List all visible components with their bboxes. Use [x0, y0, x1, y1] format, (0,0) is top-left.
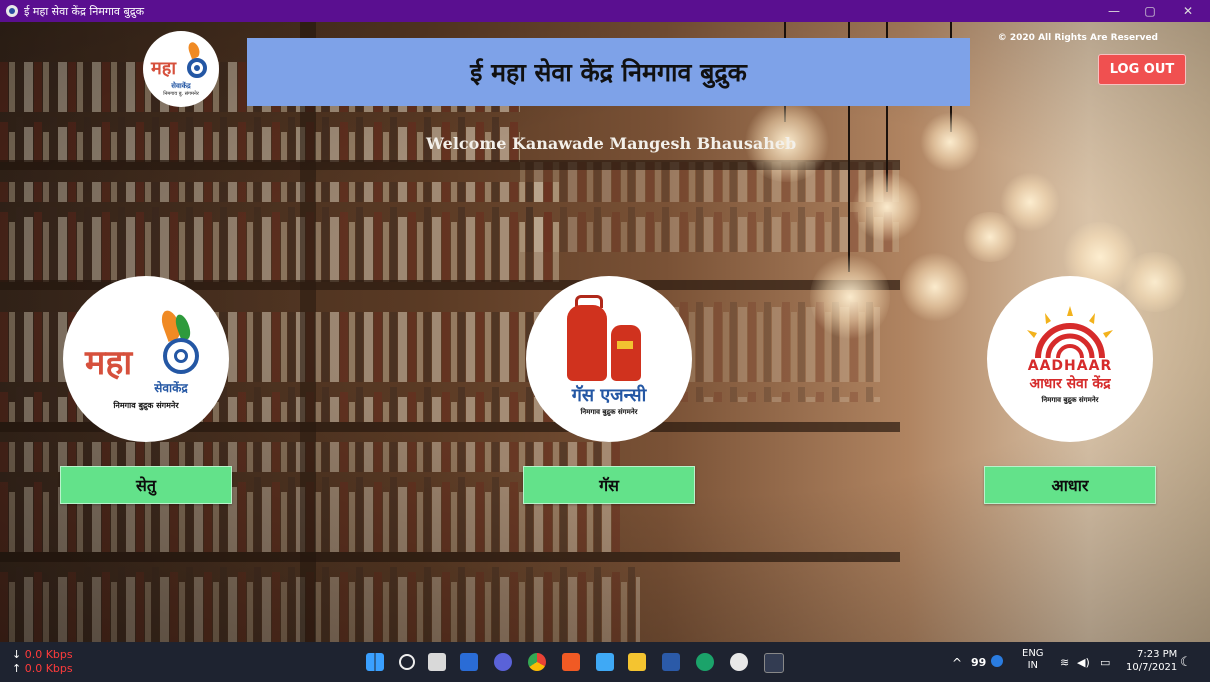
download-arrow-icon: ↓	[12, 648, 22, 661]
gas-button[interactable]: गॅस	[523, 466, 695, 504]
terminal-app-icon[interactable]	[764, 653, 784, 673]
battery-level[interactable]: 99	[971, 656, 986, 669]
teams-chat-icon[interactable]	[494, 653, 512, 671]
word-icon[interactable]	[662, 653, 680, 671]
search-icon[interactable]	[399, 654, 415, 670]
page-title: ई महा सेवा केंद्र निमगाव बुद्रुक	[470, 58, 747, 87]
setu-button[interactable]: सेतु	[60, 466, 232, 504]
desktop-app-icon[interactable]	[596, 653, 614, 671]
welcome-message: Welcome Kanawade Mangesh Bhausaheb	[426, 134, 797, 153]
header-banner: ई महा सेवा केंद्र निमगाव बुद्रुक	[247, 38, 970, 106]
gas-logo-place: निमगाव बुद्रुक संगमनेर	[580, 407, 638, 416]
gas-logo-card[interactable]: गॅस एजन्सी निमगाव बुद्रुक संगमनेर	[526, 276, 692, 442]
clock[interactable]: 7:23 PM 10/7/2021	[1126, 648, 1177, 674]
region-label: IN	[1027, 660, 1038, 671]
maha-seva-logo: महा सेवाकेंद्र निमगाव बु. संगमनेर	[143, 31, 219, 107]
logout-button[interactable]: LOG OUT	[1098, 54, 1186, 85]
tray-overflow-icon[interactable]: ^	[952, 656, 962, 670]
close-button[interactable]: ✕	[1168, 0, 1208, 22]
upload-speed: 0.0 Kbps	[24, 662, 73, 675]
focus-assist-icon[interactable]: ☾	[1180, 655, 1192, 670]
network-speed-widget: ↓ 0.0 Kbps ↑ 0.0 Kbps	[12, 648, 73, 676]
aadhaar-logo-sub: आधार सेवा केंद्र	[1029, 375, 1111, 392]
gas-cylinder-icon	[559, 295, 659, 383]
setu-logo-card[interactable]: महा सेवाकेंद्र निमगाव बुद्रुक संगमनेर	[63, 276, 229, 442]
clock-time: 7:23 PM	[1136, 649, 1178, 660]
bluetooth-icon[interactable]	[991, 655, 1003, 667]
logo-word: महा	[151, 57, 176, 79]
aadhaar-sun-icon	[1027, 305, 1113, 358]
language-indicator[interactable]: ENG IN	[1022, 648, 1044, 672]
aadhaar-logo-word: AADHAAR	[1027, 357, 1113, 374]
window-title: ई महा सेवा केंद्र निमगाव बुद्रुक	[24, 4, 145, 18]
wifi-icon[interactable]: ≋	[1060, 656, 1069, 669]
setu-logo-place: निमगाव बुद्रुक संगमनेर	[113, 399, 179, 410]
chrome-icon[interactable]	[528, 653, 546, 671]
window-title-bar: ई महा सेवा केंद्र निमगाव बुद्रुक	[0, 0, 1210, 22]
app-icon	[6, 5, 18, 17]
edge-icon[interactable]	[696, 653, 714, 671]
minimize-button[interactable]: —	[1094, 0, 1134, 22]
logo-sub: सेवाकेंद्र	[171, 81, 191, 90]
gas-logo-word: गॅस एजन्सी	[571, 385, 647, 406]
start-menu-icon[interactable]	[366, 653, 384, 671]
volume-icon[interactable]: ◀)	[1077, 656, 1090, 669]
copyright-text: © 2020 All Rights Are Reserved	[997, 33, 1158, 43]
aadhaar-logo-card[interactable]: AADHAAR आधार सेवा केंद्र निमगाव बुद्रुक …	[987, 276, 1153, 442]
aadhaar-logo-place: निमगाव बुद्रुक संगमनेर	[1041, 394, 1099, 404]
restore-button[interactable]: ▢	[1130, 0, 1170, 22]
clock-date: 10/7/2021	[1126, 662, 1178, 673]
upload-arrow-icon: ↑	[12, 662, 22, 675]
logo-place: निमगाव बु. संगमनेर	[163, 90, 199, 97]
brave-icon[interactable]	[562, 653, 580, 671]
running-app-icon[interactable]	[730, 653, 748, 671]
setu-logo-word: महा	[85, 342, 133, 383]
battery-icon[interactable]: ▭	[1100, 656, 1110, 669]
language-label: ENG	[1022, 648, 1044, 659]
file-explorer-icon[interactable]	[628, 653, 646, 671]
aadhaar-button[interactable]: आधार	[984, 466, 1156, 504]
widgets-icon[interactable]	[460, 653, 478, 671]
download-speed: 0.0 Kbps	[24, 648, 73, 661]
task-view-icon[interactable]	[428, 653, 446, 671]
